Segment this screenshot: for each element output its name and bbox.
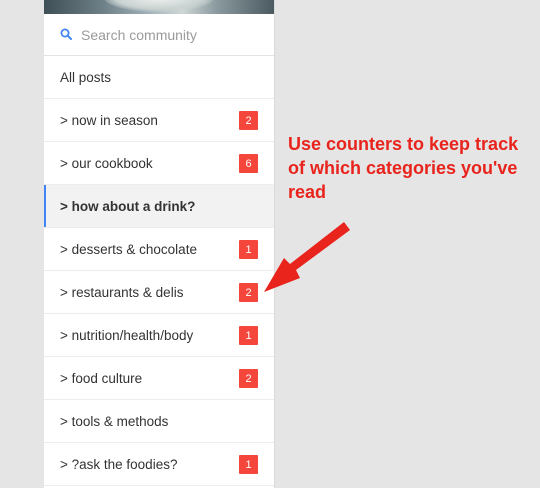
arrow-icon — [264, 222, 350, 292]
category-item-food-culture[interactable]: > food culture 2 — [44, 357, 274, 400]
unread-count-badge: 1 — [239, 455, 258, 474]
category-label: > food culture — [60, 370, 143, 386]
category-label: > ?ask the foodies? — [60, 456, 178, 472]
category-item-restaurants-delis[interactable]: > restaurants & delis 2 — [44, 271, 274, 314]
category-item-nutrition-health-body[interactable]: > nutrition/health/body 1 — [44, 314, 274, 357]
category-label: All posts — [60, 69, 112, 85]
category-item-now-in-season[interactable]: > now in season 2 — [44, 99, 274, 142]
unread-count-badge: 1 — [239, 326, 258, 345]
search-icon[interactable] — [60, 28, 72, 40]
category-item-desserts-chocolate[interactable]: > desserts & chocolate 1 — [44, 228, 274, 271]
category-item-all-posts[interactable]: All posts — [44, 56, 274, 99]
category-label: > restaurants & delis — [60, 284, 184, 300]
category-item-our-cookbook[interactable]: > our cookbook 6 — [44, 142, 274, 185]
cover-image — [44, 0, 274, 14]
unread-count-badge: 2 — [239, 369, 258, 388]
unread-count-badge: 2 — [239, 283, 258, 302]
unread-count-badge: 6 — [239, 154, 258, 173]
community-sidebar: All posts > now in season 2 > our cookbo… — [44, 0, 275, 488]
category-label: > desserts & chocolate — [60, 241, 197, 257]
search-bar — [44, 14, 274, 56]
search-input[interactable] — [81, 24, 261, 46]
category-item-ask-the-foodies[interactable]: > ?ask the foodies? 1 — [44, 443, 274, 486]
category-label: > nutrition/health/body — [60, 327, 194, 343]
category-item-tools-methods[interactable]: > tools & methods — [44, 400, 274, 443]
category-item-how-about-a-drink[interactable]: > how about a drink? — [44, 185, 274, 228]
annotation-callout: Use counters to keep track of which cate… — [288, 134, 519, 202]
cover-image-detail — [104, 0, 214, 12]
category-label: > tools & methods — [60, 413, 169, 429]
unread-count-badge: 2 — [239, 111, 258, 130]
category-label: > how about a drink? — [60, 198, 196, 214]
category-label: > our cookbook — [60, 155, 153, 171]
unread-count-badge: 1 — [239, 240, 258, 259]
category-list: All posts > now in season 2 > our cookbo… — [44, 56, 274, 486]
category-label: > now in season — [60, 112, 158, 128]
